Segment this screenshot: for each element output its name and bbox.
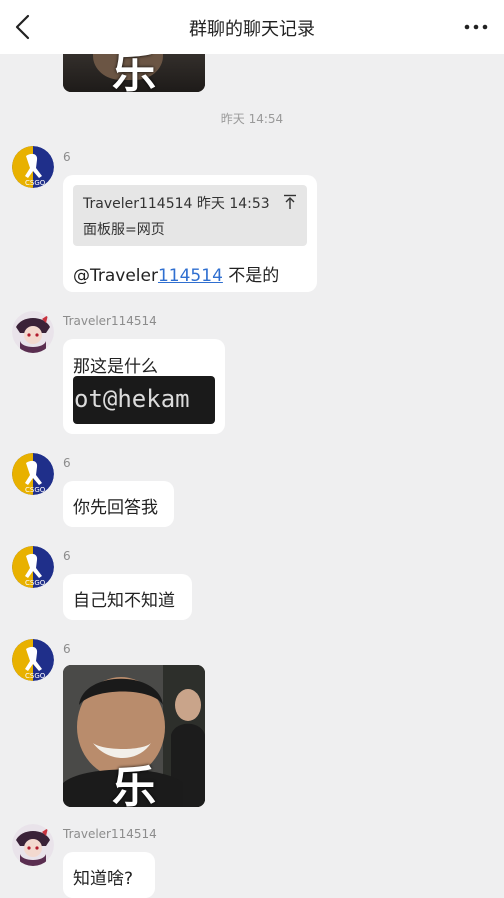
sender-name: Traveler114514	[63, 827, 157, 841]
top-bar: 群聊的聊天记录	[0, 0, 504, 54]
mention-prefix: @Traveler	[73, 266, 158, 286]
sender-name: 6	[63, 549, 71, 563]
svg-text:CSGO: CSGO	[25, 579, 46, 587]
avatar[interactable]	[12, 311, 54, 353]
message-bubble[interactable]: 你先回答我	[63, 481, 174, 527]
avatar[interactable]: CSGO	[12, 546, 54, 588]
message-text: 你先回答我	[73, 498, 158, 518]
image-text: ot@hekam	[74, 385, 190, 413]
sender-name: 6	[63, 642, 71, 656]
quoted-message[interactable]: Traveler114514 昨天 14:53 面板服=网页	[73, 185, 307, 246]
sender-name: 6	[63, 456, 71, 470]
sender-name: 6	[63, 150, 71, 164]
more-horizontal-icon[interactable]	[462, 17, 490, 37]
message-text: 知道啥?	[73, 869, 134, 889]
svg-text:CSGO: CSGO	[25, 486, 46, 494]
message-text: @Traveler114514 不是的	[73, 261, 279, 286]
svg-text:CSGO: CSGO	[25, 179, 46, 187]
quote-text: 面板服=网页	[83, 222, 165, 238]
avatar[interactable]	[12, 824, 54, 866]
arrow-up-bar-icon[interactable]	[283, 194, 297, 210]
quote-header: Traveler114514 昨天 14:53	[83, 196, 270, 212]
avatar[interactable]: CSGO	[12, 639, 54, 681]
message-bubble[interactable]: 知道啥?	[63, 852, 155, 898]
message-bubble[interactable]: Traveler114514 昨天 14:53 面板服=网页 @Traveler…	[63, 175, 317, 292]
message-text: 自己知不知道	[73, 591, 175, 611]
message-bubble[interactable]: 自己知不知道	[63, 574, 192, 620]
sender-name: Traveler114514	[63, 314, 157, 328]
avatar[interactable]: CSGO	[12, 453, 54, 495]
time-divider: 昨天 14:54	[220, 112, 284, 126]
sticker-image[interactable]: 乐	[63, 665, 205, 807]
message-text: 那这是什么	[73, 357, 158, 377]
avatar[interactable]: CSGO	[12, 146, 54, 188]
svg-text:CSGO: CSGO	[25, 672, 46, 680]
message-text-suffix: 不是的	[222, 266, 280, 286]
page-title: 群聊的聊天记录	[189, 19, 315, 40]
mention-link[interactable]: 114514	[158, 266, 223, 286]
screenshot-image[interactable]: ot@hekam	[73, 376, 215, 424]
message-bubble[interactable]: 那这是什么 ot@hekam	[63, 339, 225, 434]
sticker-caption: 乐	[112, 762, 156, 807]
